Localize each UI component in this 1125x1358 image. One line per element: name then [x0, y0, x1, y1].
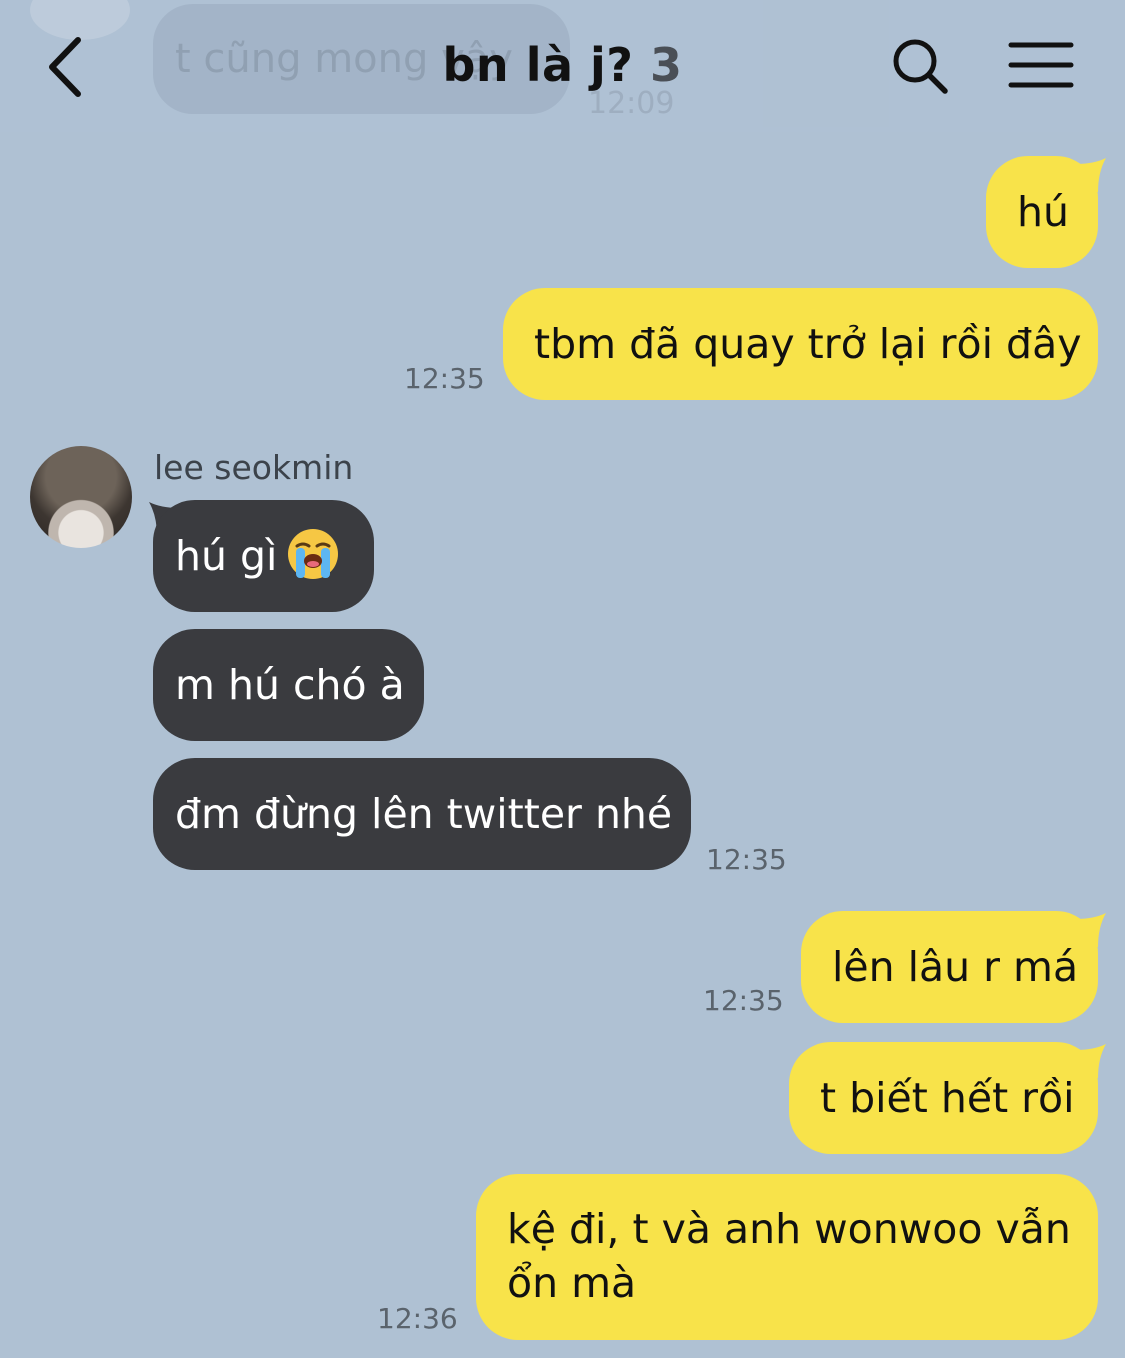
my-message-bubble[interactable]: tbm đã quay trở lại rồi đây [503, 288, 1098, 400]
my-message-bubble[interactable]: t biết hết rồi [789, 1042, 1098, 1154]
avatar[interactable] [30, 446, 132, 548]
chat-title: bn là j? 3 [0, 38, 1125, 92]
message-text: hú [1017, 188, 1069, 236]
search-button[interactable] [890, 36, 950, 96]
bubble-tail [1076, 913, 1106, 947]
message-text: đm đừng lên twitter nhé [175, 790, 673, 838]
message-time: 12:35 [404, 362, 485, 395]
chat-title-text: bn là j? [442, 38, 634, 92]
hamburger-menu-icon [1008, 42, 1074, 88]
message-text: hú gì [175, 532, 278, 580]
bubble-tail [1076, 158, 1106, 192]
message-text: tbm đã quay trở lại rồi đây [534, 320, 1082, 368]
message-text-line: ổn mà [507, 1259, 637, 1307]
search-icon [893, 39, 948, 94]
my-message-bubble[interactable]: lên lâu r má [801, 911, 1098, 1023]
message-time: 12:36 [377, 1302, 458, 1335]
message-text: lên lâu r má [832, 943, 1079, 991]
their-message-bubble[interactable]: m hú chó à [153, 629, 424, 741]
menu-button[interactable] [1008, 40, 1074, 90]
chat-header: t cũng mong vậy 12:09 bn là j? 3 [0, 0, 1125, 132]
member-count: 3 [649, 38, 683, 92]
message-text-line: kệ đi, t và anh wonwoo vẫn [507, 1205, 1071, 1253]
message-text: t biết hết rồi [820, 1074, 1075, 1122]
message-time: 12:35 [703, 984, 784, 1017]
message-time: 12:35 [706, 843, 787, 876]
message-text: m hú chó à [175, 661, 405, 709]
their-message-bubble[interactable]: hú gì [153, 500, 374, 612]
bubble-tail [1076, 1044, 1106, 1078]
sender-name: lee seokmin [154, 448, 354, 487]
loudly-crying-face-emoji [288, 529, 339, 579]
my-message-bubble[interactable]: kệ đi, t và anh wonwoo vẫn ổn mà [476, 1174, 1098, 1340]
their-message-bubble[interactable]: đm đừng lên twitter nhé [153, 758, 691, 870]
